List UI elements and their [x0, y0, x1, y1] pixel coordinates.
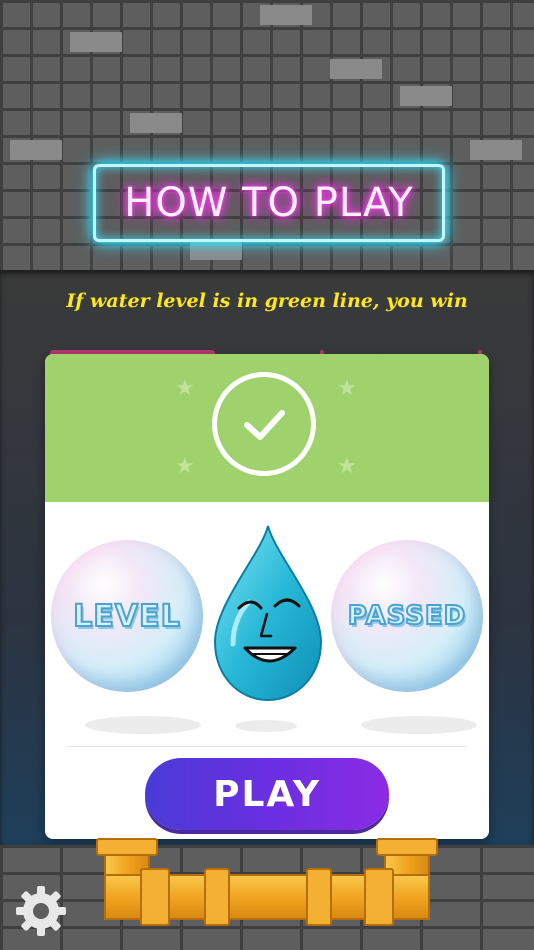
star-icon: ★: [175, 376, 195, 401]
level-passed-card: ★ ★ ★ ★ LEVEL PASSED PLAY: [45, 354, 489, 839]
check-circle-icon: [212, 372, 316, 476]
brick: [190, 240, 242, 260]
pipe-joint: [376, 838, 438, 856]
pipe-joint: [96, 838, 158, 856]
water-drop-mascot: [213, 525, 323, 702]
bubble-shadow: [361, 716, 477, 734]
instruction-text: If water level is in green line, you win: [66, 290, 468, 312]
play-button[interactable]: PLAY: [145, 758, 389, 830]
brick: [470, 140, 522, 160]
gear-icon[interactable]: [14, 884, 68, 938]
pipe-joint: [306, 868, 332, 926]
play-button-label: PLAY: [213, 773, 321, 815]
pipe-joint: [364, 868, 394, 926]
brick: [260, 5, 312, 25]
brick: [70, 32, 122, 52]
bubble-shadow: [85, 716, 201, 734]
level-bubble: LEVEL: [51, 540, 203, 692]
star-icon: ★: [175, 454, 195, 479]
brick: [10, 140, 62, 160]
pipe-joint: [140, 868, 170, 926]
passed-bubble: PASSED: [331, 540, 483, 692]
page-title: HOW TO PLAY: [124, 180, 414, 226]
brick: [130, 113, 182, 133]
pipe-joint: [204, 868, 230, 926]
brick: [400, 86, 452, 106]
card-header: ★ ★ ★ ★: [45, 354, 489, 502]
drop-shadow: [235, 720, 297, 732]
brick: [330, 59, 382, 79]
star-icon: ★: [337, 376, 357, 401]
card-divider: [67, 746, 467, 747]
level-label: LEVEL: [72, 598, 181, 635]
how-to-play-sign: HOW TO PLAY: [93, 164, 445, 242]
star-icon: ★: [337, 454, 357, 479]
passed-label: PASSED: [347, 600, 467, 632]
